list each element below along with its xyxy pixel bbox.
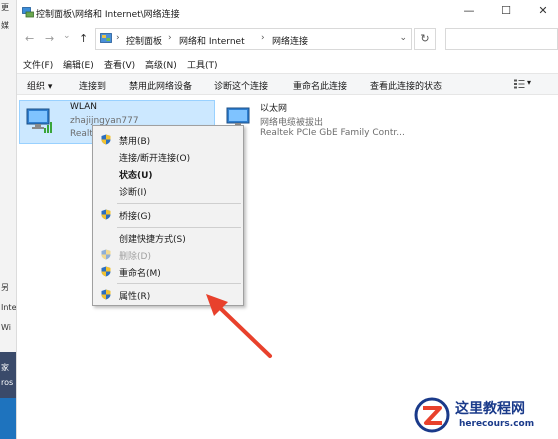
- menu-item-label: 禁用(B): [119, 137, 151, 147]
- up-button[interactable]: ↑: [79, 32, 88, 45]
- menu-item-diagnose[interactable]: 诊断(I): [93, 182, 243, 199]
- view-status-button[interactable]: 查看此连接的状态: [370, 79, 442, 92]
- bg-label: 更: [1, 3, 9, 12]
- breadcrumb-network-connections[interactable]: 网络连接: [272, 34, 308, 47]
- menu-item-create-shortcut[interactable]: 创建快捷方式(S): [93, 229, 243, 246]
- menu-item-disable[interactable]: 禁用(B): [93, 131, 243, 148]
- connection-item-ethernet[interactable]: 以太网 网络电缆被拔出 Realtek PCIe GbE Family Cont…: [220, 100, 420, 144]
- menu-divider: [117, 203, 241, 204]
- bg-label: 另: [1, 283, 9, 292]
- window-title: 控制面板\网络和 Internet\网络连接: [36, 10, 180, 20]
- menu-view[interactable]: 查看(V): [104, 58, 135, 71]
- menu-item-label: 连接/断开连接(O): [119, 154, 191, 164]
- bg-label: ros: [1, 378, 14, 387]
- menu-item-label: 删除(D): [119, 252, 151, 262]
- network-folder-icon: [22, 7, 34, 18]
- bg-label: Inte: [1, 303, 16, 312]
- watermark: 这里教程网 herecours.com: [413, 396, 558, 439]
- search-input[interactable]: [445, 28, 558, 50]
- bg-label: Wi: [1, 323, 11, 332]
- connect-to-button[interactable]: 连接到: [79, 79, 106, 92]
- background-blue-bar: [0, 398, 16, 439]
- breadcrumb-control-panel[interactable]: 控制面板: [126, 34, 162, 47]
- uac-shield-icon: [101, 266, 111, 277]
- recent-locations-button[interactable]: ⌄: [63, 31, 71, 41]
- menu-item-label: 状态(U): [119, 171, 153, 181]
- address-dropdown-icon[interactable]: ⌄: [399, 33, 407, 43]
- close-button[interactable]: ✕: [533, 4, 553, 17]
- back-button[interactable]: ←: [25, 32, 34, 45]
- command-toolbar: 组织 ▾ 连接到 禁用此网络设备 诊断这个连接 重命名此连接 查看此连接的状态 …: [17, 73, 558, 95]
- watermark-url: herecours.com: [459, 419, 535, 429]
- menu-file[interactable]: 文件(F): [23, 58, 53, 71]
- address-bar[interactable]: › 控制面板 › 网络和 Internet › 网络连接 ⌄: [95, 28, 412, 50]
- menu-item-delete: 删除(D): [93, 246, 243, 263]
- uac-shield-icon: [101, 289, 111, 300]
- menu-item-rename[interactable]: 重命名(M): [93, 263, 243, 280]
- menu-tools[interactable]: 工具(T): [187, 58, 218, 71]
- background-window-strip: 更 媒 另 Inte Wi 家 ros: [0, 0, 17, 439]
- menu-item-label: 诊断(I): [119, 188, 147, 198]
- maximize-button[interactable]: ☐: [496, 4, 516, 17]
- organize-button[interactable]: 组织 ▾: [27, 79, 52, 92]
- menu-bar: 文件(F) 编辑(E) 查看(V) 高级(N) 工具(T): [17, 55, 558, 71]
- menu-item-label: 属性(R): [119, 292, 151, 302]
- bg-label: 媒: [1, 21, 9, 30]
- view-options-dropdown-icon[interactable]: ▾: [527, 78, 531, 87]
- menu-divider: [117, 283, 241, 284]
- watermark-title: 这里教程网: [455, 401, 525, 417]
- menu-item-label: 创建快捷方式(S): [119, 235, 186, 245]
- network-connections-window: 控制面板\网络和 Internet\网络连接 — ☐ ✕ ← → ⌄ ↑ › 控…: [17, 0, 558, 439]
- breadcrumb-separator: ›: [116, 33, 120, 43]
- breadcrumb-network-internet[interactable]: 网络和 Internet: [179, 34, 245, 47]
- menu-item-connect-disconnect[interactable]: 连接/断开连接(O): [93, 148, 243, 165]
- minimize-button[interactable]: —: [459, 4, 479, 17]
- forward-button[interactable]: →: [45, 32, 54, 45]
- diagnose-connection-button[interactable]: 诊断这个连接: [214, 79, 268, 92]
- uac-shield-icon: [101, 209, 111, 220]
- breadcrumb-separator: ›: [261, 33, 265, 43]
- breadcrumb-separator: ›: [168, 33, 172, 43]
- control-panel-icon: [100, 33, 112, 43]
- bg-label: 家: [1, 363, 9, 372]
- site-logo-icon: [414, 397, 450, 433]
- menu-item-bridge[interactable]: 桥接(G): [93, 206, 243, 223]
- change-view-icon[interactable]: [513, 78, 525, 90]
- refresh-button[interactable]: ↻: [414, 28, 436, 50]
- connection-name: WLAN: [70, 102, 98, 112]
- menu-item-status[interactable]: 状态(U): [93, 165, 243, 182]
- rename-connection-button[interactable]: 重命名此连接: [293, 79, 347, 92]
- address-row: ← → ⌄ ↑ › 控制面板 › 网络和 Internet › 网络连接 ⌄ ↻: [17, 27, 558, 51]
- connection-name: 以太网: [260, 104, 288, 114]
- menu-edit[interactable]: 编辑(E): [63, 58, 94, 71]
- menu-item-properties[interactable]: 属性(R): [93, 286, 243, 303]
- uac-shield-icon: [101, 249, 111, 260]
- menu-item-label: 桥接(G): [119, 212, 151, 222]
- context-menu: 禁用(B) 连接/断开连接(O) 状态(U) 诊断(I) 桥接(G) 创建快捷方…: [92, 125, 244, 306]
- disable-device-button[interactable]: 禁用此网络设备: [129, 79, 192, 92]
- menu-divider: [117, 227, 241, 228]
- connection-status: 网络电缆被拔出: [260, 118, 324, 128]
- menu-item-label: 重命名(M): [119, 269, 161, 279]
- uac-shield-icon: [101, 134, 111, 145]
- title-bar: 控制面板\网络和 Internet\网络连接 — ☐ ✕: [17, 0, 558, 26]
- connection-adapter: Realtek PCIe GbE Family Contr...: [260, 128, 405, 138]
- menu-advanced[interactable]: 高级(N): [145, 58, 177, 71]
- wireless-network-icon: [26, 108, 52, 133]
